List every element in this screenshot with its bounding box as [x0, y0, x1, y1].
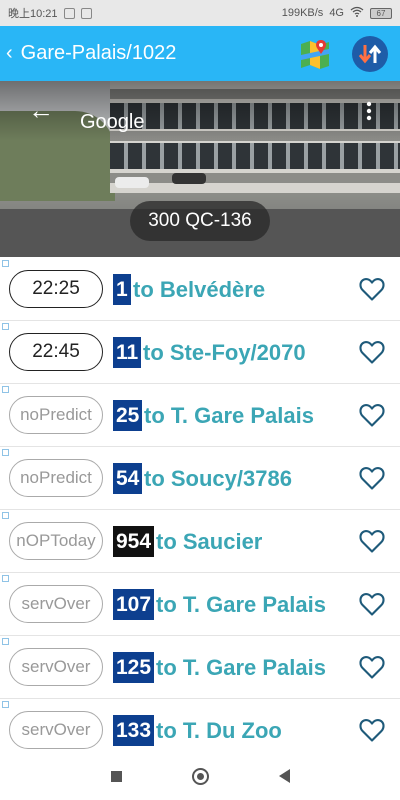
recent-apps-icon[interactable]: [110, 770, 122, 782]
arrival-row[interactable]: noPredict 54 to Soucy/3786: [0, 447, 400, 510]
route-number-badge: 107: [113, 589, 155, 620]
arrival-time-badge: servOver: [9, 711, 103, 749]
battery-icon: 67: [370, 7, 392, 19]
map-icon[interactable]: [298, 37, 332, 71]
destination-label: to Ste-Foy/2070: [143, 340, 306, 365]
route-number-badge: 25: [113, 400, 143, 431]
expand-marker-icon[interactable]: [2, 449, 9, 456]
notification-icon: [63, 7, 75, 19]
route-number-badge: 54: [113, 463, 143, 494]
expand-marker-icon[interactable]: [2, 638, 9, 645]
favorite-heart-icon[interactable]: [358, 464, 386, 492]
destination-label: to T. Gare Palais: [156, 655, 326, 680]
page-title: Gare-Palais/1022: [20, 42, 177, 64]
arrival-list: 22:25 1 to Belvédère 22:45 11 to Ste-Foy/2070…: [0, 258, 400, 762]
more-vert-icon[interactable]: [366, 101, 372, 121]
home-icon[interactable]: [191, 767, 209, 785]
arrival-row[interactable]: nOPToday 954 to Saucier: [0, 510, 400, 573]
destination-label: to T. Du Zoo: [156, 718, 282, 743]
favorite-heart-icon[interactable]: [358, 527, 386, 555]
route-number-badge: 133: [113, 715, 155, 746]
street-view-car: [172, 173, 206, 184]
arrival-row[interactable]: servOver 107 to T. Gare Palais: [0, 573, 400, 636]
destination-label: to Belvédère: [133, 277, 266, 302]
arrival-time-badge: noPredict: [9, 459, 103, 497]
street-view-overlay: [0, 81, 400, 141]
destination-label: to T. Gare Palais: [156, 592, 326, 617]
arrival-row[interactable]: 22:45 11 to Ste-Foy/2070: [0, 321, 400, 384]
favorite-heart-icon[interactable]: [358, 716, 386, 744]
arrival-row[interactable]: noPredict 25 to T. Gare Palais: [0, 384, 400, 447]
destination-label: to T. Gare Palais: [144, 403, 314, 428]
status-time: 晚上10:21: [8, 8, 58, 20]
app-bar: ‹ Gare-Palais/1022: [0, 26, 400, 81]
arrival-time-badge: nOPToday: [9, 522, 103, 560]
destination-label: to Soucy/3786: [144, 466, 292, 491]
network-type: 4G: [329, 7, 344, 19]
expand-marker-icon[interactable]: [2, 323, 9, 330]
street-view-address: 300 QC-136: [130, 201, 270, 241]
back-chevron-icon[interactable]: ‹: [6, 42, 13, 65]
nav-back-icon[interactable]: [278, 769, 290, 783]
wifi-icon: [350, 6, 364, 20]
street-view-image[interactable]: ← Google 300 QC-136: [0, 81, 400, 257]
favorite-heart-icon[interactable]: [358, 401, 386, 429]
network-speed: 199KB/s: [281, 7, 324, 19]
arrival-time-badge: 22:45: [9, 333, 103, 371]
favorite-heart-icon[interactable]: [358, 590, 386, 618]
arrival-time-badge: 22:25: [9, 270, 103, 308]
route-number-badge: 954: [113, 526, 155, 557]
sort-arrows-icon[interactable]: [352, 35, 388, 72]
expand-marker-icon[interactable]: [2, 260, 9, 267]
message-icon: [80, 7, 92, 19]
expand-marker-icon[interactable]: [2, 386, 9, 393]
system-nav-bar: [0, 752, 400, 800]
arrival-time-badge: servOver: [9, 585, 103, 623]
route-number-badge: 125: [113, 652, 155, 683]
street-view-car: [115, 177, 149, 188]
arrival-time-badge: noPredict: [9, 396, 103, 434]
status-bar: 晚上10:21 199KB/s 4G 67: [0, 0, 400, 26]
arrival-row[interactable]: servOver 125 to T. Gare Palais: [0, 636, 400, 699]
route-number-badge: 11: [113, 337, 142, 368]
favorite-heart-icon[interactable]: [358, 338, 386, 366]
route-number-badge: 1: [113, 274, 131, 305]
expand-marker-icon[interactable]: [2, 512, 9, 519]
street-view-brand: Google: [80, 111, 145, 133]
expand-marker-icon[interactable]: [2, 575, 9, 582]
arrival-time-badge: servOver: [9, 648, 103, 686]
favorite-heart-icon[interactable]: [358, 275, 386, 303]
destination-label: to Saucier: [156, 529, 263, 554]
favorite-heart-icon[interactable]: [358, 653, 386, 681]
arrival-row[interactable]: 22:25 1 to Belvédère: [0, 258, 400, 321]
street-view-back-icon[interactable]: ←: [28, 95, 54, 126]
expand-marker-icon[interactable]: [2, 701, 9, 708]
